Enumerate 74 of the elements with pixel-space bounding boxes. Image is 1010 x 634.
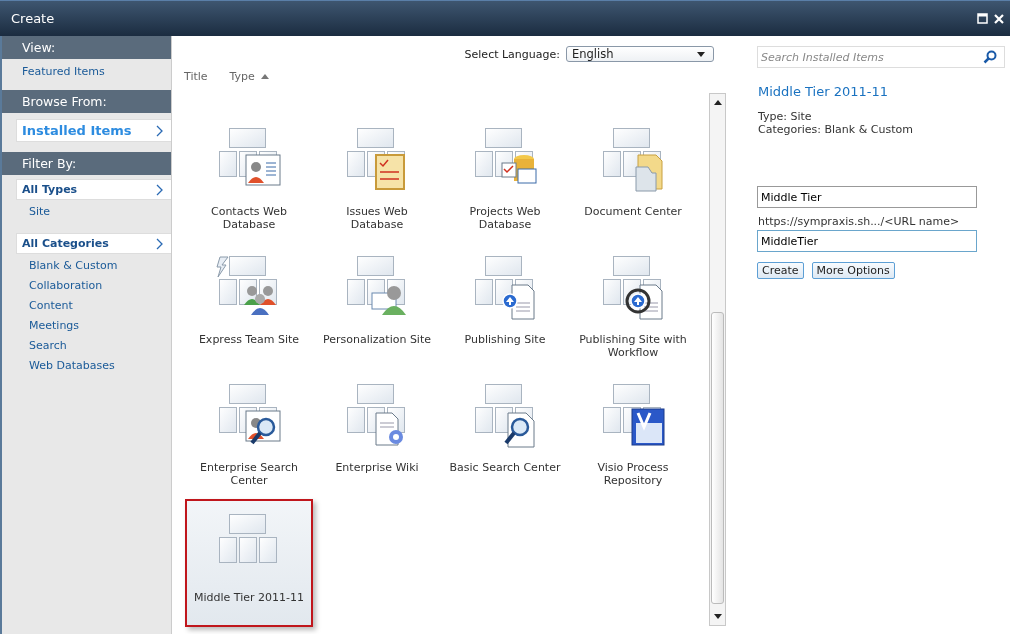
chevron-icon xyxy=(156,237,163,250)
template-heading: Middle Tier 2011-11 xyxy=(758,84,890,99)
search-field[interactable]: Search Installed Items xyxy=(757,46,1005,68)
sidebar-item-label: All Types xyxy=(22,183,78,196)
sidebar-link[interactable]: Blank & Custom xyxy=(2,257,171,274)
scrollbar-thumb[interactable] xyxy=(711,312,724,604)
sidebar-item-label: All Categories xyxy=(22,237,109,250)
template-title: Document Center xyxy=(583,205,683,218)
template-tile[interactable]: Personalization Site xyxy=(313,243,441,371)
template-title: Personalization Site xyxy=(322,333,432,346)
site-template-icon xyxy=(472,383,538,449)
template-tile[interactable]: Publishing Site xyxy=(441,243,569,371)
close-icon[interactable] xyxy=(994,13,1004,24)
template-tile[interactable]: Enterprise Search Center xyxy=(185,371,313,499)
template-title: Express Team Site xyxy=(197,333,301,346)
action-button[interactable]: More Options xyxy=(811,262,895,279)
template-tile[interactable]: Enterprise Wiki xyxy=(313,371,441,499)
chevron-icon xyxy=(156,124,163,137)
template-title: Projects Web Database xyxy=(468,205,542,231)
sidebar-link[interactable]: Search xyxy=(2,337,171,354)
scroll-down-icon[interactable] xyxy=(713,614,722,619)
chevron-icon xyxy=(156,183,163,196)
template-title: Publishing Site xyxy=(463,333,547,346)
url-label: https://sympraxis.sh.../<URL name> xyxy=(758,215,961,228)
template-tile[interactable]: Document Center xyxy=(569,115,697,243)
sidebar-link[interactable]: Site xyxy=(2,203,171,220)
site-template-icon xyxy=(600,127,666,193)
template-title: Issues Web Database xyxy=(345,205,409,231)
template-tile[interactable]: Projects Web Database xyxy=(441,115,569,243)
template-tile[interactable]: Middle Tier 2011-11 xyxy=(185,499,313,627)
sidebar-link[interactable]: Web Databases xyxy=(2,357,171,374)
template-title: Enterprise Wiki xyxy=(334,461,420,474)
sidebar-link[interactable]: Featured Items xyxy=(2,63,171,80)
window-title: Create xyxy=(11,11,55,26)
sidebar-link[interactable]: Content xyxy=(2,297,171,314)
template-title: Enterprise Search Center xyxy=(199,461,299,487)
template-type: Type: Site xyxy=(757,110,813,123)
section-header: Filter By: xyxy=(2,152,171,175)
scroll-up-icon[interactable] xyxy=(713,100,722,105)
site-template-icon xyxy=(600,383,666,449)
template-title: Publishing Site with Workflow xyxy=(578,333,688,359)
sidebar-item[interactable]: Installed Items xyxy=(16,119,171,142)
sort-ascending-icon xyxy=(260,74,269,79)
search-icon[interactable] xyxy=(983,50,997,64)
template-title: Contacts Web Database xyxy=(210,205,288,231)
template-tile[interactable]: Publishing Site with Workflow xyxy=(569,243,697,371)
dropdown-caret-icon xyxy=(697,51,705,57)
sidebar-item[interactable]: All Types xyxy=(16,179,171,200)
template-tile[interactable]: Basic Search Center xyxy=(441,371,569,499)
action-button[interactable]: Create xyxy=(757,262,804,279)
sidebar-item[interactable]: All Categories xyxy=(16,233,171,254)
section-header: Browse From: xyxy=(2,90,171,113)
template-tile[interactable]: Express Team Site xyxy=(185,243,313,371)
template-title: Basic Search Center xyxy=(448,461,562,474)
template-tile[interactable]: Contacts Web Database xyxy=(185,115,313,243)
template-title: Middle Tier 2011-11 xyxy=(193,591,305,604)
language-label: Select Language: xyxy=(464,47,560,61)
language-dropdown[interactable]: English xyxy=(566,46,714,62)
sidebar-item-label: Installed Items xyxy=(22,123,132,138)
scrollbar[interactable] xyxy=(709,93,726,626)
template-tile[interactable]: Issues Web Database xyxy=(313,115,441,243)
site-template-icon xyxy=(472,255,538,321)
sidebar-link[interactable]: Collaboration xyxy=(2,277,171,294)
section-header: View: xyxy=(2,36,171,59)
sort-column-header[interactable]: Type xyxy=(229,70,269,83)
template-title: Visio Process Repository xyxy=(596,461,670,487)
sidebar-link[interactable]: Meetings xyxy=(2,317,171,334)
template-categories: Categories: Blank & Custom xyxy=(757,123,914,136)
sort-column-header[interactable]: Title xyxy=(184,70,208,83)
maximize-icon[interactable] xyxy=(977,13,988,24)
url-input[interactable]: MiddleTier xyxy=(757,230,977,252)
site-template-icon xyxy=(600,255,666,321)
title-input[interactable]: Middle Tier xyxy=(757,186,977,208)
template-tile[interactable]: Visio Process Repository xyxy=(569,371,697,499)
